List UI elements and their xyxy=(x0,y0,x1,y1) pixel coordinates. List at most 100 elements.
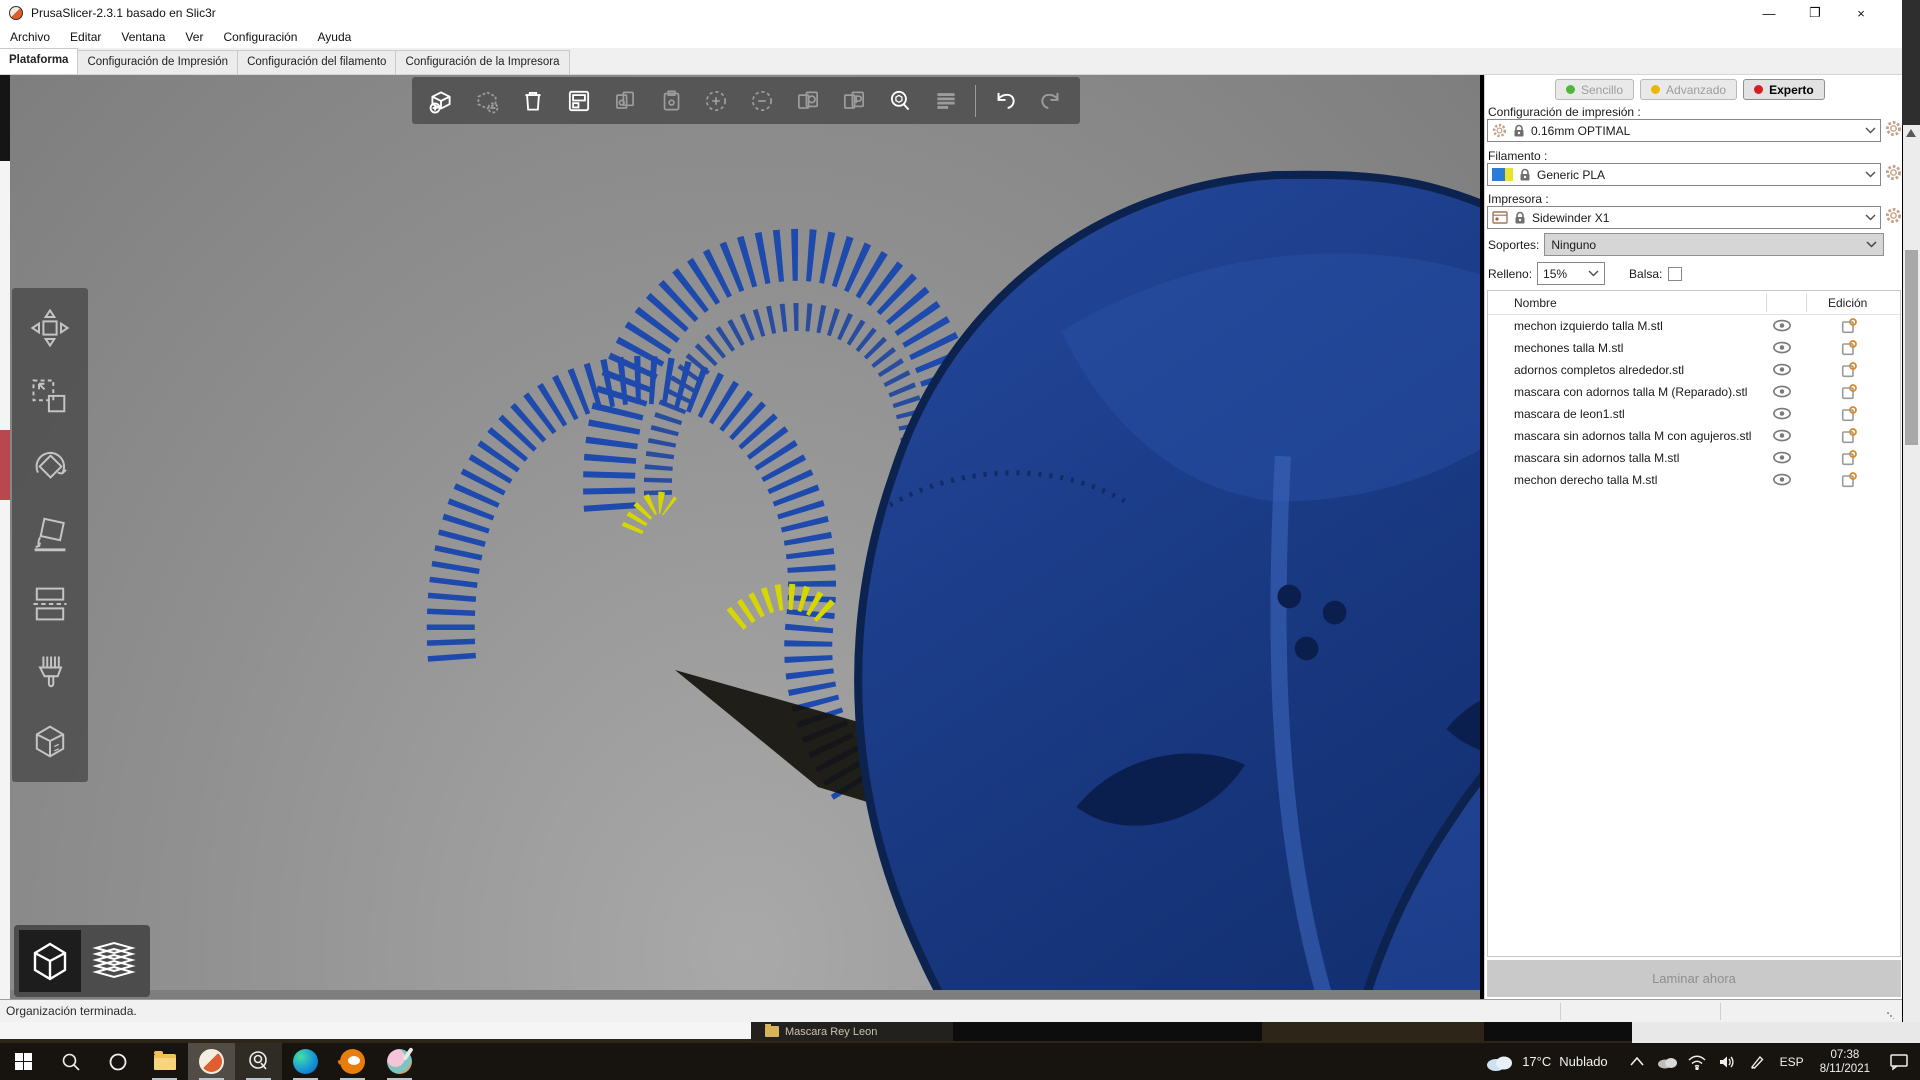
blender-icon xyxy=(340,1049,365,1074)
filament-gear-button[interactable] xyxy=(1885,164,1902,181)
taskbar-edge[interactable] xyxy=(282,1043,329,1080)
move-icon[interactable] xyxy=(21,297,79,359)
split-to-objects-icon[interactable] xyxy=(787,80,829,122)
raft-checkbox[interactable] xyxy=(1668,267,1682,281)
scrollbar-up-arrow-icon[interactable] xyxy=(1906,129,1916,137)
object-row[interactable]: mechon derecho talla M.stl xyxy=(1488,469,1900,491)
visibility-eye-icon[interactable] xyxy=(1772,319,1792,333)
mode-experto-button[interactable]: Experto xyxy=(1743,79,1825,100)
pen-tray-icon[interactable] xyxy=(1742,1043,1772,1080)
taskbar-clock[interactable]: 07:38 8/11/2021 xyxy=(1812,1048,1878,1076)
language-indicator[interactable]: ESP xyxy=(1772,1055,1812,1069)
cut-icon[interactable] xyxy=(21,573,79,635)
variable-layer-height-icon[interactable] xyxy=(925,80,967,122)
tab-config-filamento[interactable]: Configuración del filamento xyxy=(237,50,396,74)
menu-archivo[interactable]: Archivo xyxy=(0,30,60,44)
visibility-eye-icon[interactable] xyxy=(1772,385,1792,399)
taskbar-weather[interactable]: 17°C Nublado xyxy=(1484,1052,1621,1072)
object-row[interactable]: mechones talla M.stl xyxy=(1488,337,1900,359)
visibility-eye-icon[interactable] xyxy=(1772,363,1792,377)
tab-plataforma[interactable]: Plataforma xyxy=(0,48,78,74)
object-row[interactable]: mechon izquierdo talla M.stl xyxy=(1488,315,1900,337)
editor-3d-view-icon[interactable] xyxy=(19,930,81,992)
seam-icon[interactable] xyxy=(21,710,79,772)
place-on-face-icon[interactable] xyxy=(21,504,79,566)
printer-gear-button[interactable] xyxy=(1885,207,1902,224)
onedrive-tray-icon[interactable] xyxy=(1652,1043,1682,1080)
menu-ventana[interactable]: Ventana xyxy=(111,30,175,44)
supports-dropdown[interactable]: Ninguno xyxy=(1544,233,1884,256)
taskbar-gcode-viewer[interactable] xyxy=(235,1043,282,1080)
background-window-title: Mascara Rey Leon xyxy=(785,1026,877,1038)
object-row[interactable]: adornos completos alrededor.stl xyxy=(1488,359,1900,381)
viewport-3d[interactable] xyxy=(10,75,1480,999)
mode-sencillo-button[interactable]: Sencillo xyxy=(1555,79,1634,100)
wifi-tray-icon[interactable] xyxy=(1682,1043,1712,1080)
print-settings-combo[interactable]: 0.16mm OPTIMAL xyxy=(1487,119,1881,142)
resize-grip[interactable] xyxy=(1886,1011,1894,1019)
filament-combo[interactable]: Generic PLA xyxy=(1487,163,1881,186)
object-row[interactable]: mascara sin adornos talla M con agujeros… xyxy=(1488,425,1900,447)
remove-instance-icon[interactable] xyxy=(741,80,783,122)
search-icon[interactable] xyxy=(879,80,921,122)
paste-icon[interactable] xyxy=(650,80,692,122)
edit-object-icon[interactable] xyxy=(1841,340,1857,356)
arrange-icon[interactable] xyxy=(558,80,600,122)
taskbar-paint[interactable] xyxy=(376,1043,423,1080)
preview-layers-view-icon[interactable] xyxy=(83,930,145,992)
add-instance-icon[interactable] xyxy=(696,80,738,122)
object-row[interactable]: mascara sin adornos talla M.stl xyxy=(1488,447,1900,469)
minimize-button[interactable]: — xyxy=(1746,0,1792,26)
menu-configuracion[interactable]: Configuración xyxy=(213,30,307,44)
undo-icon[interactable] xyxy=(984,80,1026,122)
taskbar-blender[interactable] xyxy=(329,1043,376,1080)
menu-ver[interactable]: Ver xyxy=(175,30,213,44)
taskbar-prusaslicer[interactable] xyxy=(188,1043,235,1080)
printer-combo[interactable]: Sidewinder X1 xyxy=(1487,206,1881,229)
maximize-button[interactable]: ❐ xyxy=(1792,0,1838,26)
redo-icon[interactable] xyxy=(1030,80,1072,122)
delete-object-icon[interactable] xyxy=(466,80,508,122)
paint-supports-icon[interactable] xyxy=(21,642,79,704)
visibility-eye-icon[interactable] xyxy=(1772,473,1792,487)
print-settings-gear-button[interactable] xyxy=(1885,120,1902,137)
start-button[interactable] xyxy=(0,1043,47,1080)
scale-icon[interactable] xyxy=(21,366,79,428)
delete-all-icon[interactable] xyxy=(512,80,554,122)
slice-now-button[interactable]: Laminar ahora xyxy=(1487,960,1901,997)
tray-expand-button[interactable] xyxy=(1622,1043,1652,1080)
cortana-button[interactable] xyxy=(94,1043,141,1080)
copy-icon[interactable] xyxy=(604,80,646,122)
edit-object-icon[interactable] xyxy=(1841,472,1857,488)
object-row[interactable]: mascara de leon1.stl xyxy=(1488,403,1900,425)
edit-object-icon[interactable] xyxy=(1841,450,1857,466)
visibility-eye-icon[interactable] xyxy=(1772,407,1792,421)
visibility-eye-icon[interactable] xyxy=(1772,341,1792,355)
background-explorer-window[interactable]: Mascara Rey Leon xyxy=(751,1022,953,1041)
mode-avanzado-button[interactable]: Advanzado xyxy=(1640,79,1737,100)
menu-ayuda[interactable]: Ayuda xyxy=(307,30,361,44)
close-button[interactable]: × xyxy=(1838,0,1884,26)
scrollbar-thumb[interactable] xyxy=(1905,250,1918,445)
infill-dropdown[interactable]: 15% xyxy=(1537,262,1605,285)
edit-object-icon[interactable] xyxy=(1841,318,1857,334)
edit-object-icon[interactable] xyxy=(1841,406,1857,422)
add-object-icon[interactable] xyxy=(420,80,462,122)
object-row[interactable]: mascara con adornos talla M (Reparado).s… xyxy=(1488,381,1900,403)
split-to-parts-icon[interactable] xyxy=(833,80,875,122)
edit-object-icon[interactable] xyxy=(1841,362,1857,378)
taskbar-search-button[interactable] xyxy=(47,1043,94,1080)
tab-config-impresion[interactable]: Configuración de Impresión xyxy=(77,50,238,74)
volume-tray-icon[interactable] xyxy=(1712,1043,1742,1080)
taskbar-file-explorer[interactable] xyxy=(141,1043,188,1080)
edit-object-icon[interactable] xyxy=(1841,428,1857,444)
object-name: mechon izquierdo talla M.stl xyxy=(1514,319,1663,333)
visibility-eye-icon[interactable] xyxy=(1772,429,1792,443)
visibility-eye-icon[interactable] xyxy=(1772,451,1792,465)
tab-config-impresora[interactable]: Configuración de la Impresora xyxy=(395,50,569,74)
action-center-button[interactable] xyxy=(1878,1043,1920,1080)
rotate-icon[interactable] xyxy=(21,435,79,497)
edit-object-icon[interactable] xyxy=(1841,384,1857,400)
menu-editar[interactable]: Editar xyxy=(60,30,111,44)
sidebar-scrollbar[interactable] xyxy=(1903,125,1920,1040)
